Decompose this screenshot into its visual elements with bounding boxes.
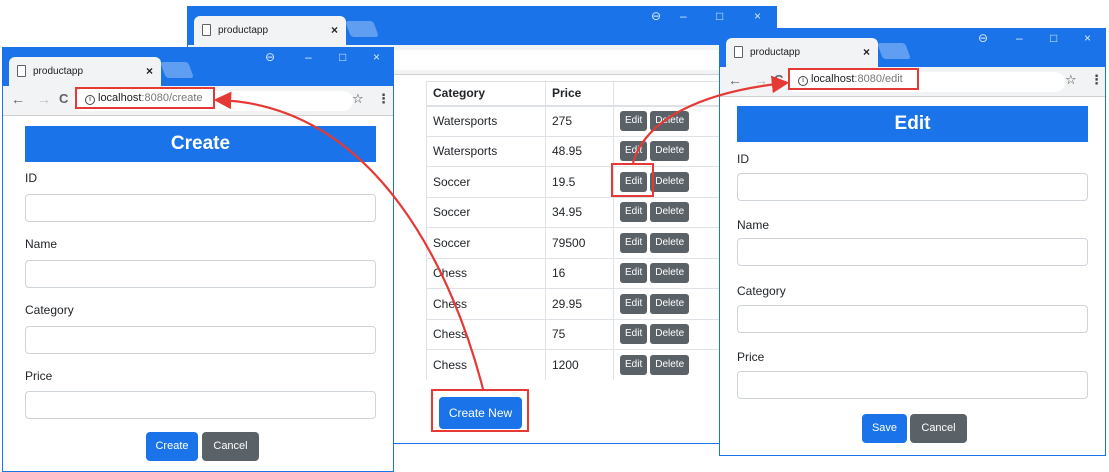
callout-arrows	[213, 75, 790, 390]
arrow-edit-to-edit-url	[631, 75, 790, 164]
arrow-create-new-to-create-url	[213, 91, 485, 390]
